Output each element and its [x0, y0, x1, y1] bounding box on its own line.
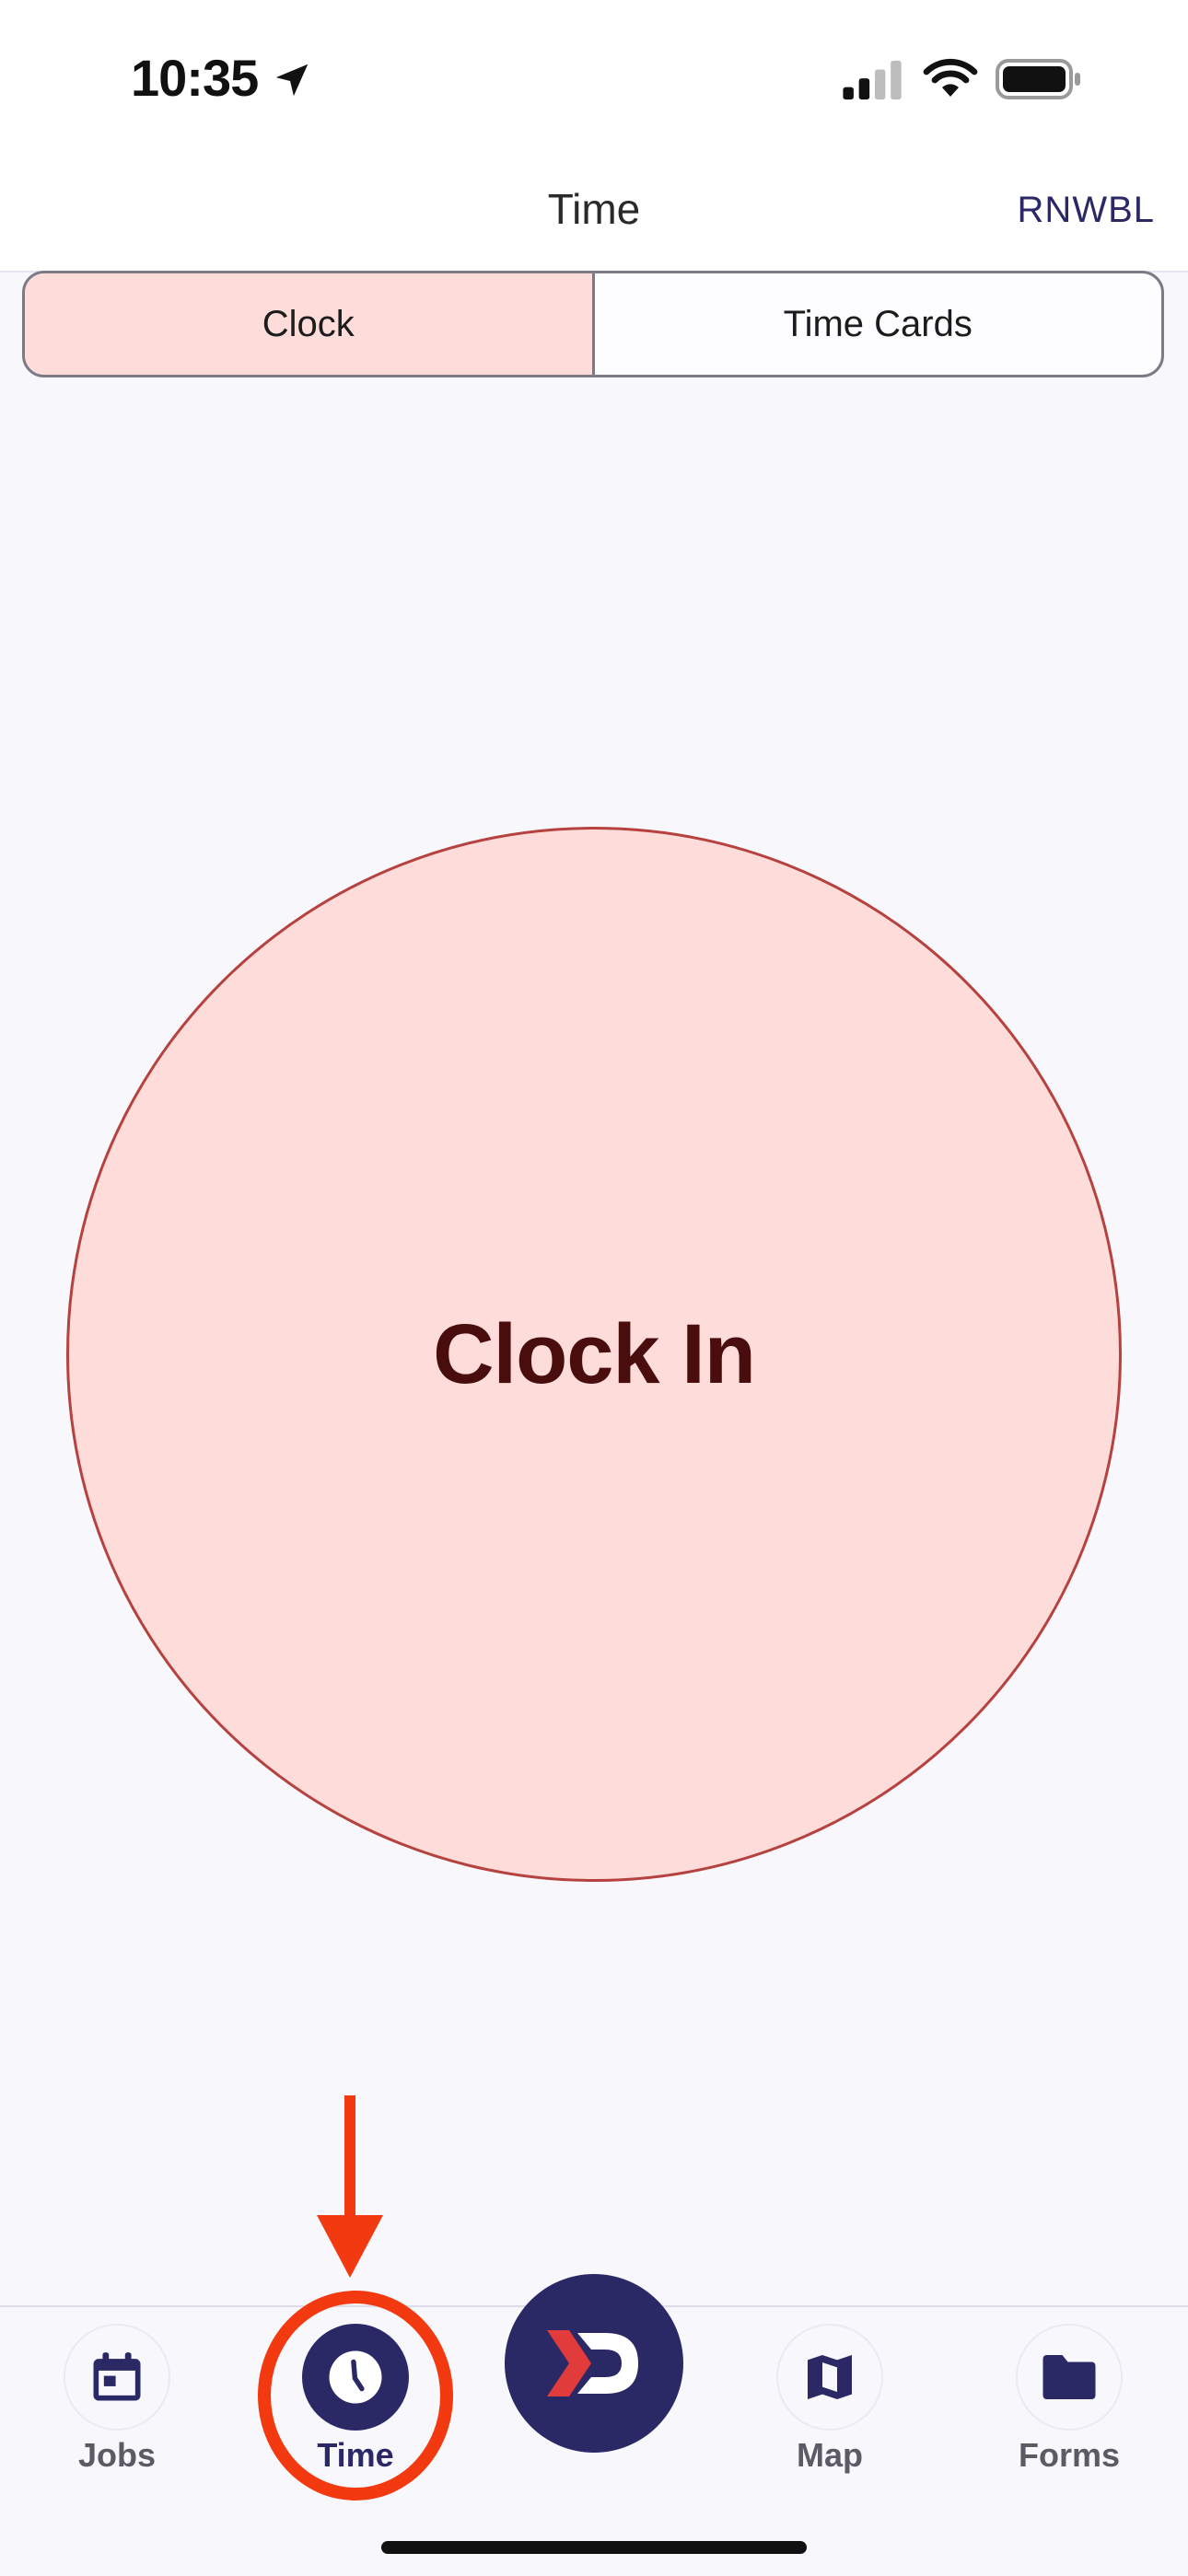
folder-icon-wrap [1016, 2324, 1123, 2431]
tab-jobs[interactable]: Jobs [34, 2324, 200, 2475]
map-icon-wrap [776, 2324, 883, 2431]
tab-forms[interactable]: Forms [986, 2324, 1152, 2475]
map-icon [808, 2355, 852, 2399]
page-title: Time [547, 185, 641, 233]
tab-map[interactable]: Map [747, 2324, 913, 2475]
segment-time-cards[interactable]: Time Cards [595, 273, 1162, 375]
annotation-ring [258, 2291, 453, 2501]
folder-icon [1042, 2355, 1096, 2399]
center-action-button[interactable] [505, 2274, 683, 2453]
calendar-icon-wrap [64, 2324, 170, 2431]
home-indicator[interactable] [381, 2541, 807, 2554]
tab-jobs-label: Jobs [77, 2436, 157, 2474]
company-code-button[interactable]: RNWBL [1018, 190, 1155, 231]
battery-icon [996, 59, 1080, 99]
segment-clock[interactable]: Clock [25, 273, 595, 375]
navigation-bar: Time RNWBL [0, 157, 1188, 273]
annotation-arrow-icon [317, 2095, 383, 2278]
status-time: 10:35 [131, 49, 259, 107]
clock-in-label: Clock In [433, 1306, 756, 1401]
calendar-icon [93, 2352, 141, 2401]
clock-in-button[interactable]: Clock In [66, 827, 1122, 1882]
tab-map-label: Map [797, 2436, 863, 2474]
status-bar: 10:35 [0, 0, 1188, 157]
app-logo-icon [547, 2330, 638, 2396]
cellular-signal-icon [843, 60, 902, 100]
wifi-icon [923, 58, 978, 97]
segmented-control: Clock Time Cards [22, 271, 1164, 377]
location-arrow-icon [275, 64, 309, 97]
tab-forms-label: Forms [1018, 2436, 1121, 2474]
